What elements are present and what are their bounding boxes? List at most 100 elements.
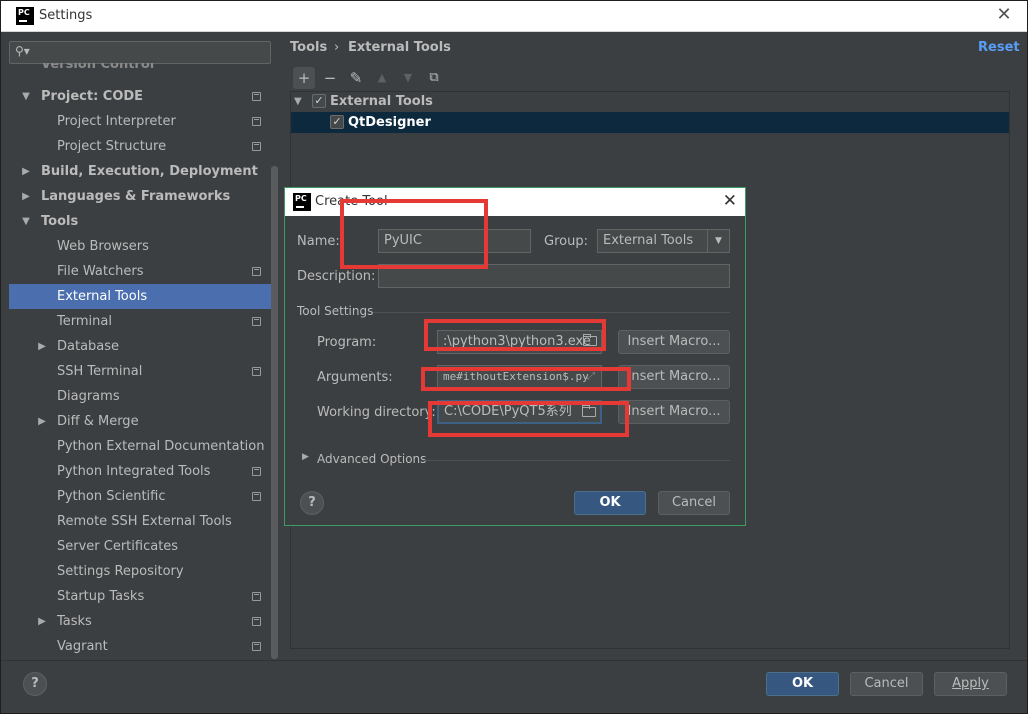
move-down-icon[interactable]: ▼ — [397, 67, 419, 89]
reset-link[interactable]: Reset — [978, 40, 1020, 55]
sidebar-item-server-certificates[interactable]: Server Certificates — [9, 534, 271, 559]
working-directory-label: Working directory: — [317, 405, 436, 420]
advanced-divider — [422, 460, 730, 461]
sidebar-item-label: Project Structure — [57, 139, 167, 154]
sidebar-item-diagrams[interactable]: Diagrams — [9, 384, 271, 409]
group-select[interactable]: External Tools ▼ — [597, 229, 730, 253]
annotation-box-working-directory — [428, 401, 629, 437]
collapsed-arrow-icon[interactable]: ▶ — [36, 334, 48, 359]
insert-macro-arguments-button[interactable]: Insert Macro... — [618, 365, 730, 389]
sidebar-item-label: Remote SSH External Tools — [57, 514, 232, 529]
collapsed-arrow-icon[interactable]: ▶ — [20, 184, 32, 209]
edit-icon[interactable]: ✎ — [345, 67, 367, 89]
copy-icon[interactable]: ⧉ — [423, 67, 445, 89]
collapsed-arrow-icon[interactable]: ▶ — [36, 409, 48, 434]
sidebar-item-label: Database — [57, 339, 120, 354]
move-up-icon[interactable]: ▲ — [371, 67, 393, 89]
project-level-icon — [252, 117, 261, 126]
sidebar-item-label: SSH Terminal — [57, 364, 143, 379]
dialog-help-button[interactable]: ? — [300, 491, 324, 515]
annotation-box-arguments — [421, 367, 631, 391]
apply-button[interactable]: Apply — [934, 672, 1007, 696]
insert-macro-program-button[interactable]: Insert Macro... — [618, 330, 730, 354]
cancel-button[interactable]: Cancel — [850, 672, 923, 696]
sidebar-item-version-control[interactable]: Version Control — [9, 63, 271, 77]
advanced-options-toggle[interactable]: Advanced Options — [317, 452, 426, 466]
expand-arrow-icon[interactable]: ▼ — [294, 91, 302, 112]
sidebar-item-python-integrated-tools[interactable]: Python Integrated Tools — [9, 459, 271, 484]
description-label: Description: — [297, 269, 376, 284]
sidebar-item-settings-repository[interactable]: Settings Repository — [9, 559, 271, 584]
pycharm-logo-icon: PC — [293, 193, 311, 211]
sidebar-item-terminal[interactable]: Terminal — [9, 309, 271, 334]
sidebar-item-build-execution-deployment[interactable]: ▶ Build, Execution, Deployment — [9, 159, 271, 184]
project-level-icon — [252, 617, 261, 626]
name-label: Name: — [297, 234, 340, 249]
sidebar-item-remote-ssh-external-tools[interactable]: Remote SSH External Tools — [9, 509, 271, 534]
project-level-icon — [252, 92, 261, 101]
breadcrumb-tools: Tools — [290, 40, 328, 55]
expanded-arrow-icon[interactable]: ▼ — [20, 84, 32, 109]
collapsed-arrow-icon[interactable]: ▶ — [20, 159, 32, 184]
settings-search-input[interactable]: ⚲▾ — [9, 41, 271, 64]
sidebar-item-tools[interactable]: ▼ Tools — [9, 209, 271, 234]
tool-checkbox[interactable]: ✓ — [330, 115, 344, 129]
group-select-value: External Tools — [603, 233, 694, 248]
sidebar-item-project-code[interactable]: ▼ Project: CODE — [9, 84, 271, 109]
breadcrumb-separator: › — [334, 40, 340, 55]
insert-macro-workdir-button[interactable]: Insert Macro... — [618, 400, 730, 424]
dialog-cancel-button[interactable]: Cancel — [658, 491, 730, 515]
pycharm-logo-icon: PC — [16, 7, 34, 25]
sidebar-item-label: Diagrams — [57, 389, 120, 404]
group-label: External Tools — [330, 94, 433, 109]
remove-icon[interactable]: − — [319, 67, 341, 89]
expand-advanced-icon[interactable]: ▶ — [302, 452, 309, 462]
sidebar-item-label: Python Integrated Tools — [57, 464, 211, 479]
search-icon: ⚲▾ — [15, 44, 30, 58]
ok-button[interactable]: OK — [766, 672, 839, 696]
dialog-ok-button[interactable]: OK — [574, 491, 646, 515]
group-label: Group: — [544, 234, 588, 249]
tools-group-row[interactable]: ▼ ✓ External Tools — [291, 91, 1009, 112]
sidebar-item-label: Tasks — [57, 614, 92, 629]
sidebar-item-database[interactable]: ▶ Database — [9, 334, 271, 359]
sidebar-item-label: Project: CODE — [41, 89, 144, 104]
sidebar-item-label: Server Certificates — [57, 539, 179, 554]
expanded-arrow-icon[interactable]: ▼ — [20, 209, 32, 234]
sidebar-item-label: Diff & Merge — [57, 414, 139, 429]
sidebar-item-label: Python Scientific — [57, 489, 166, 504]
sidebar-item-ssh-terminal[interactable]: SSH Terminal — [9, 359, 271, 384]
sidebar-scrollbar[interactable] — [271, 166, 278, 659]
group-checkbox[interactable]: ✓ — [312, 94, 326, 108]
annotation-box-name — [340, 199, 488, 269]
sidebar-item-external-tools[interactable]: External Tools — [9, 284, 271, 309]
project-level-icon — [252, 142, 261, 151]
sidebar-item-tasks[interactable]: ▶ Tasks — [9, 609, 271, 634]
footer-divider — [1, 660, 1027, 661]
sidebar-item-python-scientific[interactable]: Python Scientific — [9, 484, 271, 509]
project-level-icon — [252, 492, 261, 501]
project-level-icon — [252, 317, 261, 326]
add-icon[interactable]: + — [293, 67, 315, 89]
sidebar-item-label: Terminal — [57, 314, 112, 329]
tool-label: QtDesigner — [348, 115, 431, 130]
sidebar-item-web-browsers[interactable]: Web Browsers — [9, 234, 271, 259]
sidebar-item-project-structure[interactable]: Project Structure — [9, 134, 271, 159]
sidebar-item-label: External Tools — [57, 289, 148, 304]
sidebar-item-label: Startup Tasks — [57, 589, 145, 604]
project-level-icon — [252, 642, 261, 651]
collapsed-arrow-icon[interactable]: ▶ — [36, 609, 48, 634]
dialog-close-icon[interactable]: ✕ — [723, 190, 737, 212]
help-button[interactable]: ? — [23, 672, 47, 696]
sidebar-item-python-external-documentation[interactable]: Python External Documentation — [9, 434, 271, 459]
sidebar-item-vagrant[interactable]: Vagrant — [9, 634, 271, 659]
sidebar-item-startup-tasks[interactable]: Startup Tasks — [9, 584, 271, 609]
tool-row-qtdesigner[interactable]: ✓ QtDesigner — [291, 112, 1009, 133]
sidebar-item-file-watchers[interactable]: File Watchers — [9, 259, 271, 284]
chevron-down-icon[interactable]: ▼ — [707, 230, 729, 252]
close-icon[interactable]: ✕ — [995, 5, 1013, 25]
sidebar-item-diff-merge[interactable]: ▶ Diff & Merge — [9, 409, 271, 434]
sidebar-item-project-interpreter[interactable]: Project Interpreter — [9, 109, 271, 134]
project-level-icon — [252, 367, 261, 376]
sidebar-item-languages-frameworks[interactable]: ▶ Languages & Frameworks — [9, 184, 271, 209]
